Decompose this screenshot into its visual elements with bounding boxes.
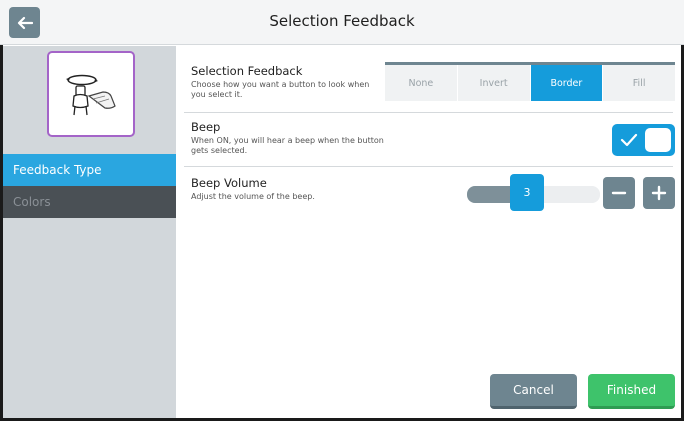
cancel-button[interactable]: Cancel bbox=[490, 374, 577, 409]
beep-volume-row: Beep Volume Adjust the volume of the bee… bbox=[191, 176, 391, 202]
option-invert[interactable]: Invert bbox=[458, 65, 531, 101]
header-bar: Selection Feedback bbox=[0, 0, 684, 45]
beep-volume-description: Adjust the volume of the beep. bbox=[191, 192, 315, 201]
finished-button[interactable]: Finished bbox=[588, 374, 675, 409]
volume-decrease-button[interactable] bbox=[603, 177, 635, 209]
volume-increase-button[interactable] bbox=[643, 177, 675, 209]
selection-symbol-icon bbox=[66, 74, 116, 116]
divider bbox=[184, 112, 673, 113]
beep-description: When ON, you will hear a beep when the b… bbox=[191, 136, 384, 155]
selection-feedback-row: Selection Feedback Choose how you want a… bbox=[191, 64, 381, 99]
selection-feedback-description: Choose how you want a button to look whe… bbox=[191, 80, 370, 99]
divider bbox=[184, 166, 673, 167]
sidebar-item-feedback-type[interactable]: Feedback Type bbox=[3, 154, 184, 186]
volume-slider[interactable]: 3 bbox=[467, 174, 600, 211]
sidebar-item-colors[interactable]: Colors bbox=[3, 186, 176, 218]
feedback-type-segmented-control: None Invert Border Fill bbox=[385, 62, 675, 101]
toggle-knob bbox=[645, 128, 671, 152]
page-title: Selection Feedback bbox=[269, 12, 415, 30]
beep-toggle[interactable] bbox=[612, 124, 675, 156]
beep-row: Beep When ON, you will hear a beep when … bbox=[191, 120, 391, 155]
selection-feedback-title: Selection Feedback bbox=[191, 64, 303, 78]
minus-icon bbox=[611, 191, 627, 195]
option-fill[interactable]: Fill bbox=[603, 65, 675, 101]
sidebar: Feedback Type Colors bbox=[3, 46, 184, 418]
checkmark-icon bbox=[620, 133, 638, 147]
plus-icon bbox=[651, 185, 667, 201]
button-preview-card bbox=[47, 51, 135, 137]
sidebar-item-label: Colors bbox=[13, 195, 51, 209]
sidebar-item-label: Feedback Type bbox=[13, 163, 102, 177]
beep-volume-title: Beep Volume bbox=[191, 176, 267, 190]
settings-panel: Selection Feedback Choose how you want a… bbox=[176, 46, 681, 418]
beep-title: Beep bbox=[191, 120, 221, 134]
slider-thumb[interactable]: 3 bbox=[510, 174, 544, 211]
option-border[interactable]: Border bbox=[530, 65, 604, 101]
option-none[interactable]: None bbox=[385, 65, 458, 101]
